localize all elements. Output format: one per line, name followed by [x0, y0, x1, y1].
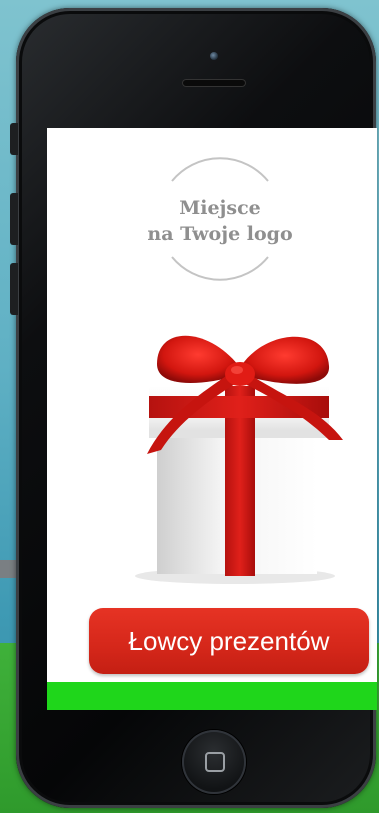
- gift-icon: [135, 335, 343, 584]
- logo-placeholder-line2: na Twoje logo: [147, 223, 293, 245]
- home-button[interactable]: [182, 730, 246, 794]
- lowcy-prezentow-button[interactable]: Łowcy prezentów: [89, 608, 369, 674]
- logo-placeholder: Miejsce na Twoje logo: [147, 146, 293, 292]
- phone-mockup: Miejsce na Twoje logo Łowcy prezentów: [10, 8, 377, 808]
- mute-switch: [10, 123, 18, 155]
- volume-down-button: [10, 263, 18, 315]
- front-camera: [210, 52, 218, 60]
- logo-placeholder-line1: Miejsce: [179, 197, 261, 219]
- earpiece-speaker: [182, 79, 246, 87]
- phone-screen: Miejsce na Twoje logo Łowcy prezentów: [47, 128, 377, 710]
- home-button-icon: [205, 752, 225, 772]
- volume-up-button: [10, 193, 18, 245]
- bottom-green-bar: [47, 682, 377, 710]
